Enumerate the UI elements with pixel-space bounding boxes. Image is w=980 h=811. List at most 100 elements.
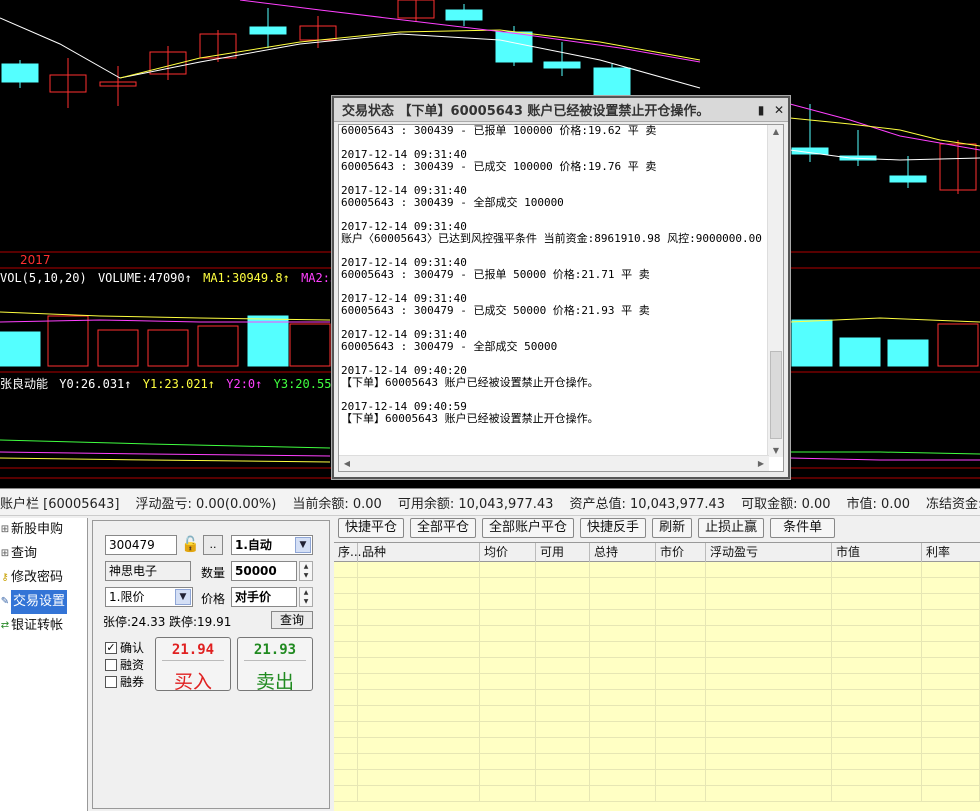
table-row[interactable]	[334, 722, 980, 738]
positions-table[interactable]: 序... 品种 均价 可用 总持 市价 浮动盈亏 市值 利率	[334, 542, 980, 811]
checkbox-box[interactable]	[105, 675, 117, 688]
transfer-icon: ⇄	[0, 620, 10, 631]
sell-button[interactable]: 21.93 卖出	[237, 637, 313, 693]
col-avg-price[interactable]: 均价	[480, 543, 536, 562]
nav-item-trade-settings[interactable]: ✎ 交易设置	[0, 590, 87, 614]
unlock-icon[interactable]: 🔓	[181, 535, 200, 553]
col-symbol[interactable]: 品种	[358, 543, 480, 562]
scrollbar-thumb[interactable]	[770, 351, 782, 439]
scroll-up-icon[interactable]: ▲	[768, 127, 783, 136]
buy-button[interactable]: 21.94 买入	[155, 637, 231, 693]
table-row[interactable]	[334, 626, 980, 642]
col-rate[interactable]: 利率	[922, 543, 980, 562]
quick-close-button[interactable]: 快捷平仓	[338, 518, 405, 538]
float-pnl: 浮动盈亏: 0.00(0.00%)	[135, 496, 277, 512]
nav-item-query[interactable]: ⊞ 查询	[0, 542, 87, 566]
popup-titlebar[interactable]: 交易状态 【下单】60005643 账户已经被设置禁止开仓操作。 ▮ ✕	[334, 98, 788, 122]
table-cell	[358, 594, 480, 609]
price-input[interactable]: 对手价	[231, 587, 297, 607]
scroll-right-icon[interactable]: ▶	[753, 459, 769, 468]
table-cell	[922, 706, 980, 721]
table-cell	[706, 626, 832, 641]
table-cell	[922, 770, 980, 785]
table-cell	[536, 642, 590, 657]
table-cell	[590, 722, 656, 737]
table-row[interactable]	[334, 642, 980, 658]
checkbox-box[interactable]	[105, 658, 117, 671]
close-all-button[interactable]: 全部平仓	[410, 518, 477, 538]
table-cell	[480, 722, 536, 737]
nav-item-change-password[interactable]: ⚷ 修改密码	[0, 566, 87, 590]
volume-bar	[147, 329, 189, 367]
table-row[interactable]	[334, 786, 980, 802]
table-row[interactable]	[334, 770, 980, 786]
margin-buy-checkbox[interactable]: 融资	[105, 656, 144, 673]
stop-loss-profit-button[interactable]: 止损止赢	[698, 518, 765, 538]
table-cell	[480, 674, 536, 689]
table-cell	[832, 594, 922, 609]
scroll-down-icon[interactable]: ▼	[768, 446, 783, 455]
table-cell	[922, 626, 980, 641]
quantity-input[interactable]: 50000	[231, 561, 297, 581]
table-cell	[590, 770, 656, 785]
plus-box-icon[interactable]: ⊞	[0, 542, 10, 566]
price-type-select[interactable]: 1.限价 ▼	[105, 587, 193, 607]
table-cell	[590, 706, 656, 721]
table-cell	[832, 722, 922, 737]
col-available[interactable]: 可用	[536, 543, 590, 562]
col-total-holding[interactable]: 总持	[590, 543, 656, 562]
table-row[interactable]	[334, 594, 980, 610]
confirm-checkbox[interactable]: ✓ 确认	[105, 639, 144, 656]
log-message: 【下单】60005643 账户已经被设置禁止开仓操作。	[341, 412, 599, 425]
check-icon[interactable]: ✓	[105, 641, 117, 654]
table-row[interactable]	[334, 738, 980, 754]
table-cell	[358, 658, 480, 673]
refresh-button[interactable]: 刷新	[652, 518, 693, 538]
conditional-order-button[interactable]: 条件单	[770, 518, 836, 538]
close-all-accounts-button[interactable]: 全部账户平仓	[482, 518, 575, 538]
log-panel[interactable]: 60005643 : 300439 - 已报单 100000 价格:19.62 …	[338, 124, 784, 472]
stock-code-input[interactable]: 300479	[105, 535, 177, 555]
table-row[interactable]	[334, 658, 980, 674]
nav-item-bank-transfer[interactable]: ⇄ 银证转帐	[0, 614, 87, 638]
volume-bar	[47, 315, 89, 367]
trade-status-window[interactable]: 交易状态 【下单】60005643 账户已经被设置禁止开仓操作。 ▮ ✕ 600…	[332, 96, 790, 479]
table-cell	[832, 562, 922, 577]
table-cell	[922, 610, 980, 625]
quick-reverse-button[interactable]: 快捷反手	[580, 518, 647, 538]
query-button[interactable]: 查询	[271, 611, 313, 629]
col-market-value[interactable]: 市值	[832, 543, 922, 562]
stock-name-field: 神思电子	[105, 561, 191, 581]
table-cell	[480, 738, 536, 753]
table-cell	[358, 690, 480, 705]
col-index[interactable]: 序...	[334, 543, 361, 562]
price-stepper[interactable]: ▲ ▼	[299, 587, 313, 607]
table-row[interactable]	[334, 706, 980, 722]
table-row[interactable]	[334, 674, 980, 690]
scroll-left-icon[interactable]: ◀	[339, 459, 355, 468]
table-row[interactable]	[334, 754, 980, 770]
table-row[interactable]	[334, 690, 980, 706]
table-row[interactable]	[334, 610, 980, 626]
trade-panel: ⊞ 新股申购 ⊞ 查询 ⚷ 修改密码 ✎ 交易设置 ⇄ 银证转帐 300479 …	[0, 516, 980, 811]
table-row[interactable]	[334, 578, 980, 594]
trade-mode-select[interactable]: 1.自动 ▼	[231, 535, 313, 555]
close-icon[interactable]: ✕	[770, 101, 788, 119]
table-cell	[656, 770, 706, 785]
col-market-price[interactable]: 市价	[656, 543, 706, 562]
browse-button[interactable]: ..	[203, 535, 223, 555]
plus-box-icon[interactable]: ⊞	[0, 518, 10, 542]
short-sell-checkbox[interactable]: 融券	[105, 673, 144, 690]
chevron-down-icon[interactable]: ▼	[175, 589, 191, 605]
horizontal-scrollbar[interactable]: ◀ ▶	[339, 455, 769, 471]
nav-item-ipo[interactable]: ⊞ 新股申购	[0, 518, 87, 542]
quantity-stepper[interactable]: ▲ ▼	[299, 561, 313, 581]
price-type-value: 1.限价	[109, 590, 145, 604]
table-row[interactable]	[334, 562, 980, 578]
pin-icon[interactable]: ▮	[752, 101, 770, 119]
col-float-pnl[interactable]: 浮动盈亏	[706, 543, 832, 562]
candle-body	[495, 31, 533, 63]
vertical-scrollbar[interactable]: ▲ ▼	[767, 125, 783, 457]
log-entry: 2017-12-14 09:31:40 60005643 : 300439 - 全…	[341, 185, 766, 209]
chevron-down-icon[interactable]: ▼	[295, 537, 311, 553]
